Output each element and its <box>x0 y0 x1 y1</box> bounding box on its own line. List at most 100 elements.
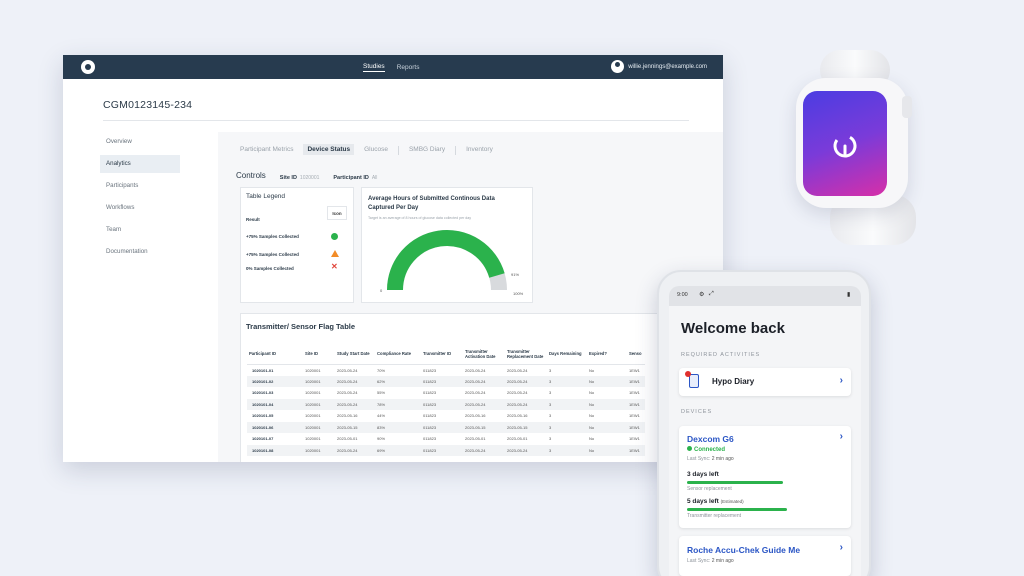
sensor-replacement-label: Sensor replacement <box>687 486 732 492</box>
site-id-filter[interactable]: Site ID 1020001 <box>280 166 320 184</box>
table-cell: 3 <box>547 444 587 456</box>
transmitter-progress-bar <box>687 508 787 511</box>
avatar-icon[interactable] <box>611 60 625 73</box>
table-cell: 1EW1 <box>629 413 640 419</box>
column-header[interactable]: Senso <box>627 344 645 365</box>
table-cell: 2023-05-01 <box>465 436 486 442</box>
page-title: CGM0123145-234 <box>103 99 193 111</box>
table-cell: 011823 <box>423 436 437 442</box>
settings-icon: ⚙ <box>699 292 705 298</box>
gauge-fill <box>387 230 505 291</box>
table-cell: No <box>589 367 595 373</box>
sidebar-item-documentation[interactable]: Documentation <box>100 243 180 261</box>
app-logo-icon[interactable] <box>81 60 95 74</box>
table-cell: 2023-05-24 <box>337 367 358 373</box>
sidebar-item-overview[interactable]: Overview <box>100 133 180 151</box>
sidebar: Overview Analytics Participants Workflow… <box>100 133 180 265</box>
column-header[interactable]: Compliance Rate <box>375 344 421 365</box>
column-header[interactable]: Transmitter Activation Date <box>463 344 505 365</box>
sidebar-item-workflows[interactable]: Workflows <box>100 199 180 217</box>
table-cell: 3 <box>547 421 587 433</box>
table-cell: 1020001 <box>303 398 335 410</box>
nav-reports[interactable]: Reports <box>397 64 420 71</box>
table-cell: 2023-05-15 <box>335 421 375 433</box>
table-cell: 011823 <box>421 375 463 387</box>
tab-glucose[interactable]: Glucose <box>360 144 392 155</box>
table-cell: No <box>589 436 595 442</box>
table-cell: 55% <box>377 390 386 396</box>
sidebar-item-team[interactable]: Team <box>100 221 180 239</box>
gauge-chart-card: Average Hours of Submitted Continous Dat… <box>361 187 533 303</box>
required-activities-label: REQUIRED ACTIVITIES <box>681 352 761 358</box>
transmitter-days-text: 5 days left <box>687 498 719 505</box>
last-sync-value: 2 min ago <box>711 456 734 462</box>
table-row[interactable]: 1020101-08 1020001 2023-05-24 69% 011823 2023… <box>247 444 645 456</box>
column-header[interactable]: Expired? <box>587 344 627 365</box>
tab-device-status[interactable]: Device Status <box>303 144 355 155</box>
table-cell: 3 <box>547 398 587 410</box>
column-header[interactable]: Transmitter Replacement Date <box>505 344 547 365</box>
flag-table-card: Transmitter/ Sensor Flag Table Participa… <box>240 313 723 462</box>
tab-separator <box>397 146 399 155</box>
controls-row: Controls Site ID 1020001 Participant ID Al… <box>236 166 377 184</box>
tab-inventory[interactable]: Inventory <box>462 144 497 155</box>
chevron-right-icon[interactable]: › <box>840 542 843 553</box>
table-row[interactable]: 1020101-04 1020001 2023-05-24 78% 011823 2023… <box>247 398 645 410</box>
table-cell: 1EW1 <box>629 436 640 442</box>
site-id-value[interactable]: 1020001 <box>300 175 319 181</box>
battery-icon: ▮ <box>847 292 851 298</box>
green-dot-icon <box>331 233 338 240</box>
column-header[interactable]: Days Remaining <box>547 344 587 365</box>
controls-label: Controls <box>236 170 266 180</box>
watch-screen <box>803 91 887 196</box>
column-header[interactable]: Site ID <box>303 344 335 365</box>
connection-status: Connected <box>687 446 725 453</box>
gauge-title: Average Hours of Submitted Continous Dat… <box>368 196 495 211</box>
user-menu[interactable]: willie.jennings@example.com <box>611 60 707 73</box>
tab-participant-metrics[interactable]: Participant Metrics <box>236 144 297 155</box>
table-cell: 011823 <box>421 398 463 410</box>
table-cell: 3 <box>549 390 552 396</box>
last-sync-label: Last Sync: <box>687 456 711 462</box>
chevron-right-icon[interactable]: › <box>840 375 843 386</box>
column-header[interactable]: Participant ID <box>247 344 303 365</box>
table-row[interactable]: 1020101-03 1020001 2023-05-24 55% 011823 2023… <box>247 387 645 399</box>
last-sync: Last Sync: 2 min ago <box>687 558 734 564</box>
status-dot-icon <box>687 446 692 451</box>
device-name[interactable]: Roche Accu-Chek Guide Me <box>687 545 800 555</box>
device-name[interactable]: Dexcom G6 <box>687 434 734 444</box>
table-cell: 2023-05-24 <box>463 444 505 456</box>
transmitter-days-left: 5 days left (Estimated) <box>687 498 744 505</box>
sidebar-item-participants[interactable]: Participants <box>100 177 180 195</box>
dexcom-device-card[interactable]: Dexcom G6 › Connected Last Sync: 2 min a… <box>679 426 851 528</box>
hypo-diary-card[interactable]: Hypo Diary › <box>679 368 851 396</box>
top-nav-bar: Studies Reports willie.jennings@example.… <box>63 55 723 79</box>
user-email[interactable]: willie.jennings@example.com <box>628 64 707 70</box>
table-cell: 1020101-01 <box>252 367 274 373</box>
table-row[interactable]: 1020101-07 1020001 2023-05-01 90% 011823 2023… <box>247 433 645 445</box>
table-cell: 1020101-04 <box>247 398 303 410</box>
table-row[interactable]: 1020101-02 1020001 2023-05-24 62% 011823 2023… <box>247 375 645 387</box>
table-row[interactable]: 1020101-05 1020001 2023-05-16 44% 011823 2023… <box>247 410 645 422</box>
table-cell: 1020101-07 <box>252 436 274 442</box>
tab-smbg-diary[interactable]: SMBG Diary <box>405 144 449 155</box>
table-row[interactable]: 1020101-01 1020001 2023-05-24 70% 011823 2023… <box>247 364 645 376</box>
sidebar-item-analytics[interactable]: Analytics <box>100 155 180 173</box>
table-row[interactable]: 1020101-06 1020001 2023-05-15 83% 011823 2023… <box>247 421 645 433</box>
column-header[interactable]: Transmitter ID <box>421 344 463 365</box>
expand-icon: ⤢ <box>709 291 714 297</box>
table-cell: 69% <box>375 444 421 456</box>
table-cell: 2023-05-24 <box>505 398 547 410</box>
participant-id-value[interactable]: All <box>372 175 378 181</box>
participant-id-filter[interactable]: Participant ID All <box>333 166 377 184</box>
main-nav: Studies Reports <box>363 55 419 79</box>
chevron-right-icon[interactable]: › <box>840 431 843 442</box>
table-cell: 2023-05-01 <box>337 436 358 442</box>
column-header[interactable]: Study Start Date <box>335 344 375 365</box>
table-cell: No <box>587 421 627 433</box>
roche-device-card[interactable]: Roche Accu-Chek Guide Me › Last Sync: 2 … <box>679 536 851 576</box>
table-cell: 2023-05-24 <box>465 390 486 396</box>
last-sync-value: 2 min ago <box>711 558 734 564</box>
legend-icon-header: Icon <box>327 206 347 220</box>
nav-studies[interactable]: Studies <box>363 63 385 72</box>
